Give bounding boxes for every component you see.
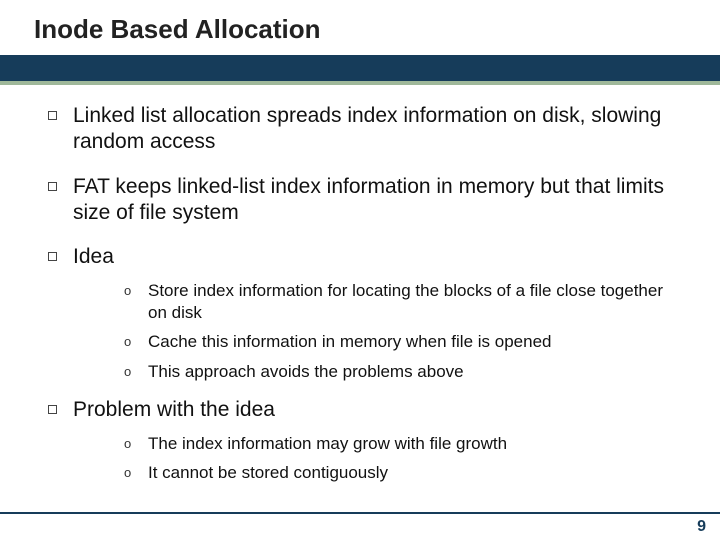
sub-bullet-text: This approach avoids the problems above	[148, 361, 464, 383]
sub-bullet-item: o It cannot be stored contiguously	[124, 462, 680, 484]
slide-content: Linked list allocation spreads index inf…	[0, 85, 720, 484]
sub-bullet-text: The index information may grow with file…	[148, 433, 507, 455]
square-bullet-icon	[48, 252, 57, 261]
sub-bullet-text: Store index information for locating the…	[148, 280, 680, 324]
sub-bullet-item: o This approach avoids the problems abov…	[124, 361, 680, 383]
circle-bullet-icon: o	[124, 465, 134, 480]
sub-bullet-text: Cache this information in memory when fi…	[148, 331, 551, 353]
sub-list: o Store index information for locating t…	[124, 280, 680, 382]
bullet-item: FAT keeps linked-list index information …	[48, 174, 680, 227]
page-number: 9	[697, 518, 706, 536]
sub-bullet-text: It cannot be stored contiguously	[148, 462, 388, 484]
slide-header: Inode Based Allocation	[0, 0, 720, 85]
square-bullet-icon	[48, 111, 57, 120]
circle-bullet-icon: o	[124, 334, 134, 349]
bullet-item: Linked list allocation spreads index inf…	[48, 103, 680, 156]
circle-bullet-icon: o	[124, 436, 134, 451]
bullet-text: Linked list allocation spreads index inf…	[73, 103, 680, 156]
square-bullet-icon	[48, 182, 57, 191]
sub-bullet-item: o Cache this information in memory when …	[124, 331, 680, 353]
circle-bullet-icon: o	[124, 283, 134, 298]
bullet-item: Problem with the idea	[48, 397, 680, 423]
bullet-text: FAT keeps linked-list index information …	[73, 174, 680, 227]
slide-title: Inode Based Allocation	[0, 0, 720, 55]
bullet-text: Idea	[73, 244, 114, 270]
bullet-item: Idea	[48, 244, 680, 270]
sub-bullet-item: o The index information may grow with fi…	[124, 433, 680, 455]
sub-bullet-item: o Store index information for locating t…	[124, 280, 680, 324]
header-navy-bar	[0, 55, 720, 81]
footer-divider	[0, 512, 720, 514]
square-bullet-icon	[48, 405, 57, 414]
circle-bullet-icon: o	[124, 364, 134, 379]
header-green-line	[0, 81, 720, 85]
sub-list: o The index information may grow with fi…	[124, 433, 680, 484]
bullet-text: Problem with the idea	[73, 397, 275, 423]
